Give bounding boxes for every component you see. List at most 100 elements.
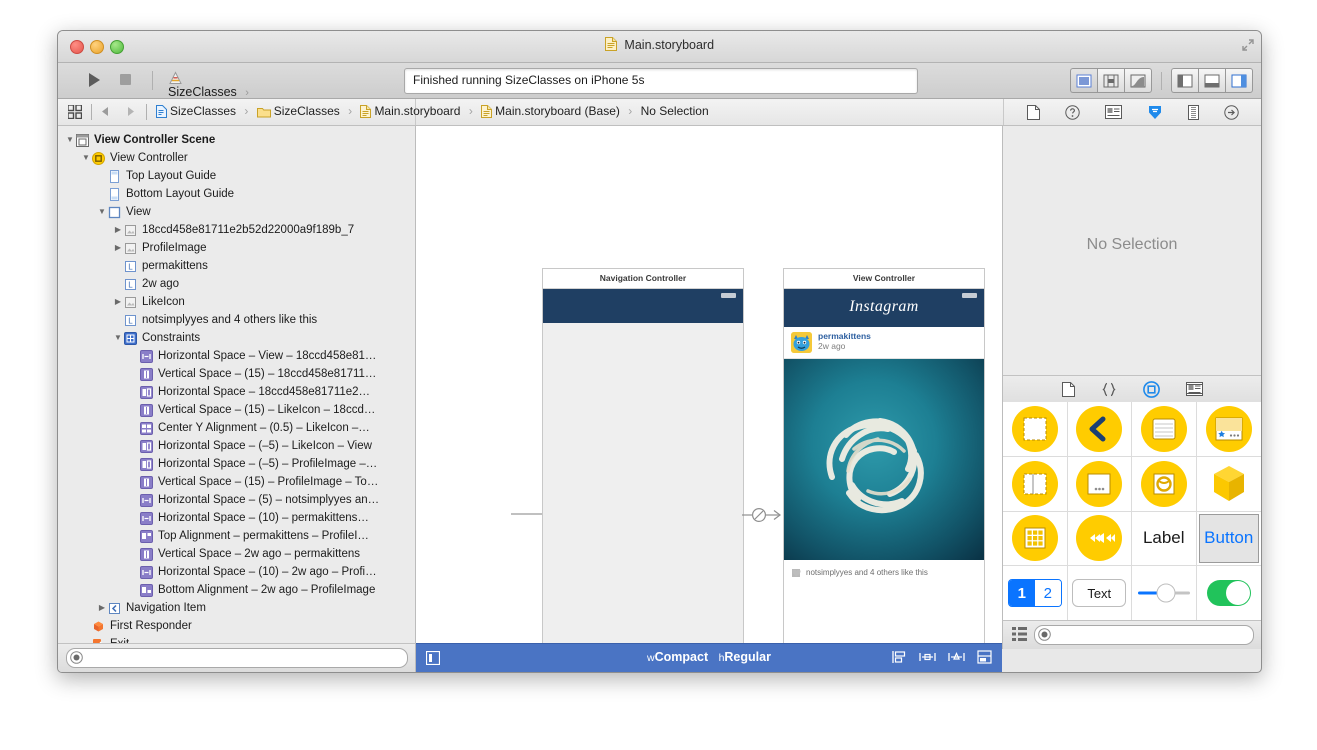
- outline-row[interactable]: Center Y Alignment – (0.5) – LikeIcon –…: [58, 419, 415, 437]
- stop-button[interactable]: [113, 69, 137, 91]
- library-item-label[interactable]: Label: [1132, 511, 1197, 567]
- assistant-editor-button[interactable]: [1097, 68, 1124, 93]
- file-inspector-icon[interactable]: [1026, 104, 1040, 120]
- fullscreen-button[interactable]: [1241, 38, 1255, 52]
- outline-row[interactable]: ▼ View Controller: [58, 149, 415, 167]
- outline-navigator[interactable]: ▼ View Controller Scene ▼ View Controller To…: [58, 126, 416, 649]
- outline-row[interactable]: Horizontal Space – (–5) – ProfileImage –…: [58, 455, 415, 473]
- quick-help-icon[interactable]: [1064, 104, 1080, 120]
- library-item-text-field[interactable]: Text: [1067, 566, 1132, 621]
- hspace2-icon: [140, 385, 155, 399]
- outline-row[interactable]: ▼ Constraints: [58, 329, 415, 347]
- breadcrumb-label-4: No Selection: [640, 104, 709, 118]
- outline-row[interactable]: ▼ View Controller Scene: [58, 131, 415, 149]
- align-icon[interactable]: [892, 650, 907, 664]
- breadcrumb-item-0[interactable]: SizeClasses: [156, 104, 236, 118]
- disclosure-triangle-icon[interactable]: ▶: [112, 221, 124, 239]
- storyboard-canvas[interactable]: Navigation Controller Navigation Control…: [416, 126, 1002, 649]
- disclosure-triangle-icon[interactable]: ▶: [112, 239, 124, 257]
- disclosure-triangle-icon[interactable]: ▼: [96, 203, 108, 221]
- outline-row[interactable]: ▶ Navigation Item: [58, 599, 415, 617]
- outline-row[interactable]: Vertical Space – 2w ago – permakittens: [58, 545, 415, 563]
- resolve-issues-icon[interactable]: [948, 650, 965, 664]
- label-icon: L: [124, 278, 139, 291]
- outline-row[interactable]: L 2w ago: [58, 275, 415, 293]
- library-item-split-view-controller[interactable]: [1003, 456, 1068, 512]
- toggle-debug-area-button[interactable]: [1198, 68, 1225, 93]
- library-search-input[interactable]: [1034, 625, 1254, 645]
- library-item-slider[interactable]: [1132, 566, 1197, 621]
- outline-row[interactable]: Lpermakittens: [58, 257, 415, 275]
- library-item-navigation-controller[interactable]: [1067, 402, 1132, 457]
- connections-inspector-icon[interactable]: [1223, 104, 1239, 120]
- outline-row[interactable]: ▶ ProfileImage: [58, 239, 415, 257]
- disclosure-triangle-icon[interactable]: ▼: [112, 329, 124, 347]
- disclosure-triangle-icon[interactable]: ▶: [96, 599, 108, 617]
- library-item-object[interactable]: [1196, 457, 1261, 512]
- outline-row[interactable]: ▶ LikeIcon: [58, 293, 415, 311]
- toolbar-divider: [152, 71, 153, 90]
- disclosure-triangle-icon[interactable]: ▼: [64, 131, 76, 149]
- outline-row[interactable]: Top Alignment – permakittens – ProfileI…: [58, 527, 415, 545]
- outline-row[interactable]: ▶ 18ccd458e81711e2b52d22000a9f189b_7: [58, 221, 415, 239]
- disclosure-triangle-icon[interactable]: ▼: [80, 149, 92, 167]
- back-button[interactable]: [100, 106, 110, 117]
- library-item-segmented-control[interactable]: 1 2: [1003, 566, 1068, 621]
- library-item-switch[interactable]: [1196, 566, 1261, 621]
- navigator-filter-input[interactable]: [66, 648, 408, 668]
- library-item-table-view-controller[interactable]: [1132, 402, 1197, 457]
- identity-inspector-icon[interactable]: [1104, 105, 1122, 119]
- outline-row-label: First Responder: [110, 620, 192, 632]
- file-template-library-icon[interactable]: [1061, 381, 1075, 397]
- library-item-page-view-controller[interactable]: [1067, 456, 1132, 512]
- library-item-view-controller[interactable]: [1003, 402, 1068, 457]
- navigator-chooser-icon[interactable]: [68, 105, 82, 119]
- outline-row[interactable]: Horizontal Space – View – 18ccd458e81…: [58, 347, 415, 365]
- outline-row[interactable]: Vertical Space – (15) – ProfileImage – T…: [58, 473, 415, 491]
- outline-row[interactable]: Horizontal Space – (–5) – LikeIcon – Vie…: [58, 437, 415, 455]
- outline-row[interactable]: Lnotsimplyyes and 4 others like this: [58, 311, 415, 329]
- outline-row[interactable]: Bottom Alignment – 2w ago – ProfileImage: [58, 581, 415, 599]
- outline-row[interactable]: ▼ View: [58, 203, 415, 221]
- outline-row[interactable]: Horizontal Space – (10) – permakittens…: [58, 509, 415, 527]
- outline-row[interactable]: Top Layout Guide: [58, 167, 415, 185]
- breadcrumb-item-4[interactable]: No Selection: [641, 104, 709, 118]
- object-library-icon[interactable]: [1142, 380, 1160, 398]
- size-inspector-icon[interactable]: [1187, 104, 1199, 120]
- outline-row[interactable]: Horizontal Space – (5) – notsimplyyes an…: [58, 491, 415, 509]
- library-item-button[interactable]: Button: [1196, 512, 1261, 567]
- scene-view-controller[interactable]: View Controller Instagram permakittens 2…: [783, 268, 985, 649]
- library-item-tab-bar-controller[interactable]: [1196, 402, 1261, 457]
- standard-editor-button[interactable]: [1070, 68, 1097, 93]
- outline-row[interactable]: Horizontal Space – 18ccd458e81711e2…: [58, 383, 415, 401]
- viewcontroller-icon: [92, 151, 107, 165]
- outline-row[interactable]: Vertical Space – (15) – 18ccd458e81711…: [58, 365, 415, 383]
- library-view-mode-icon[interactable]: [1012, 627, 1027, 641]
- breadcrumb-item-1[interactable]: SizeClasses: [256, 104, 340, 118]
- library-item-collection-view-controller[interactable]: [1003, 511, 1068, 567]
- no-selection-label: No Selection: [1086, 236, 1178, 253]
- storyboard-icon: [360, 105, 372, 118]
- media-library-icon[interactable]: [1185, 382, 1203, 396]
- version-editor-button[interactable]: [1124, 68, 1152, 93]
- vspace-icon: [140, 547, 155, 561]
- breadcrumb-item-2[interactable]: Main.storyboard: [360, 104, 460, 118]
- relationship-segue[interactable]: [742, 508, 786, 522]
- library-item-avplayer-view-controller[interactable]: [1067, 511, 1132, 567]
- attributes-inspector-icon[interactable]: [1147, 105, 1163, 120]
- run-button[interactable]: [82, 69, 106, 91]
- forward-button[interactable]: [126, 106, 136, 117]
- breadcrumb-item-3[interactable]: Main.storyboard (Base): [481, 104, 620, 118]
- scene-navigation-controller[interactable]: Navigation Controller Navigation Control…: [542, 268, 744, 649]
- outline-row[interactable]: Vertical Space – (15) – LikeIcon – 18ccd…: [58, 401, 415, 419]
- outline-row[interactable]: Horizontal Space – (10) – 2w ago – Profi…: [58, 563, 415, 581]
- toggle-utilities-button[interactable]: [1225, 68, 1253, 93]
- pin-icon[interactable]: [919, 650, 936, 664]
- outline-row[interactable]: First Responder: [58, 617, 415, 635]
- toggle-navigator-button[interactable]: [1171, 68, 1198, 93]
- code-snippet-library-icon[interactable]: [1101, 382, 1117, 397]
- disclosure-triangle-icon[interactable]: ▶: [112, 293, 124, 311]
- outline-row[interactable]: Bottom Layout Guide: [58, 185, 415, 203]
- library-item-gl-view-controller[interactable]: [1132, 456, 1197, 512]
- resizing-icon[interactable]: [977, 650, 992, 664]
